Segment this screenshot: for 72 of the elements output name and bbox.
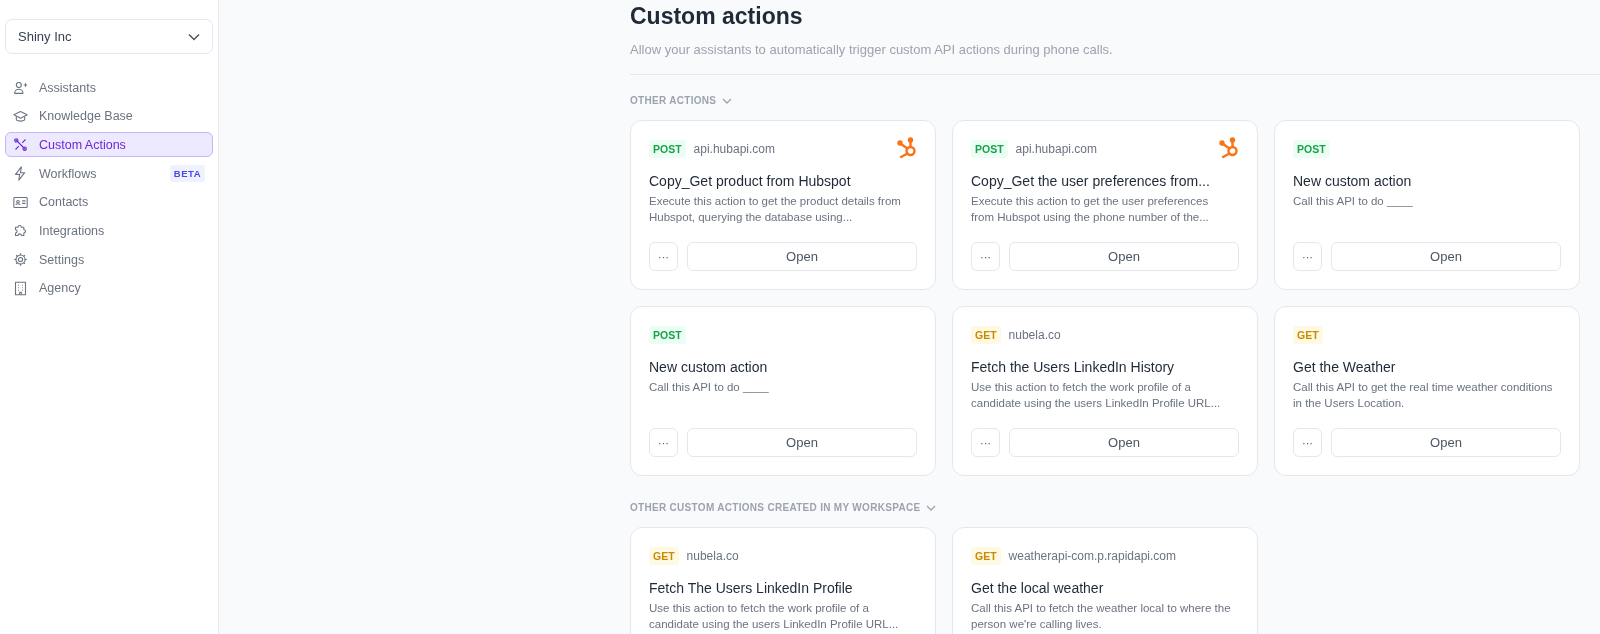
api-host: api.hubapi.com bbox=[693, 142, 775, 156]
page-subtitle: Allow your assistants to automatically trigger custom API actions during phone calls. bbox=[630, 42, 1114, 57]
method-badge: GET bbox=[649, 547, 679, 565]
action-card[interactable]: GET nubela.co Fetch The Users LinkedIn Profile Use this action to fetch the work profile of a candidate using the users LinkedIn Profile URL... bbox=[630, 527, 936, 634]
method-badge: GET bbox=[1293, 326, 1323, 344]
action-card[interactable]: GET Get the Weather Call this API to get the real time weather conditions in the Users Location. ··· Open bbox=[1274, 306, 1580, 476]
action-title: New custom action bbox=[1293, 173, 1413, 189]
action-card[interactable]: POST api.hubapi.com Copy_Get the user preferences from... Execute this action to get the user preferences from Hubspot using the phone number of the... ··· Open bbox=[952, 120, 1258, 290]
workspace-dropdown[interactable]: Shiny Inc bbox=[5, 19, 213, 54]
beta-badge: BETA bbox=[169, 165, 205, 183]
action-card[interactable]: POST api.hubapi.com Copy_Get product from Hubspot Execute this action to get the product details from Hubspot, querying the database using... ··· Open bbox=[630, 120, 936, 290]
open-button[interactable]: Open bbox=[1331, 242, 1561, 271]
action-title: Get the local weather bbox=[971, 580, 1105, 596]
bolt-icon bbox=[13, 166, 28, 182]
gear-icon bbox=[13, 252, 28, 268]
chevron-down-icon bbox=[188, 32, 200, 41]
action-description: Call this API to get the real time weather conditions in the Users Location. bbox=[1293, 380, 1554, 411]
action-description: Use this action to fetch the work profile of a candidate using the users LinkedIn Profile URL... bbox=[649, 601, 900, 632]
action-title: Fetch the Users LinkedIn History bbox=[971, 359, 1176, 375]
sidebar-item[interactable]: Knowledge Base bbox=[5, 103, 213, 129]
more-button[interactable]: ··· bbox=[1293, 428, 1322, 457]
more-button[interactable]: ··· bbox=[649, 242, 678, 271]
open-button[interactable]: Open bbox=[687, 242, 917, 271]
sidebar-item[interactable]: Assistants bbox=[5, 75, 213, 100]
contact-card-icon bbox=[13, 194, 28, 210]
page-title: Custom actions bbox=[630, 3, 804, 30]
action-card[interactable]: GET weatherapi-com.p.rapidapi.com Get the local weather Call this API to fetch the weather local to where the person we're calling lives. bbox=[952, 527, 1258, 634]
action-title: Copy_Get product from Hubspot bbox=[649, 173, 852, 189]
action-description: Execute this action to get the product details from Hubspot, querying the database using... bbox=[649, 194, 902, 225]
action-description: Call this API to fetch the weather local to where the person we're calling lives. bbox=[971, 601, 1232, 632]
method-badge: POST bbox=[1293, 140, 1330, 158]
puzzle-icon bbox=[13, 223, 28, 239]
action-card[interactable]: POST New custom action Call this API to do ____ ··· Open bbox=[1274, 120, 1580, 290]
api-host: api.hubapi.com bbox=[1015, 142, 1097, 156]
method-badge: POST bbox=[649, 140, 686, 158]
action-card[interactable]: POST New custom action Call this API to do ____ ··· Open bbox=[630, 306, 936, 476]
action-description: Call this API to do ____ bbox=[649, 380, 770, 395]
action-title: New custom action bbox=[649, 359, 769, 375]
more-button[interactable]: ··· bbox=[971, 428, 1000, 457]
api-host: weatherapi-com.p.rapidapi.com bbox=[1008, 549, 1176, 563]
chevron-down-icon bbox=[926, 504, 937, 511]
building-icon bbox=[13, 280, 28, 296]
open-button[interactable]: Open bbox=[1331, 428, 1561, 457]
action-description: Use this action to fetch the work profile of a candidate using the users LinkedIn Profile URL... bbox=[971, 380, 1222, 411]
action-description: Call this API to do ____ bbox=[1293, 194, 1414, 209]
tools-icon bbox=[13, 137, 28, 153]
action-description: Execute this action to get the user preferences from Hubspot using the phone number of the... bbox=[971, 194, 1210, 225]
action-title: Get the Weather bbox=[1293, 359, 1397, 375]
api-host: nubela.co bbox=[686, 549, 739, 563]
open-button[interactable]: Open bbox=[1009, 242, 1239, 271]
method-badge: GET bbox=[971, 326, 1001, 344]
sidebar-item[interactable]: Integrations bbox=[5, 218, 213, 244]
action-title: Fetch The Users LinkedIn Profile bbox=[649, 580, 854, 596]
more-button[interactable]: ··· bbox=[1293, 242, 1322, 271]
open-button[interactable]: Open bbox=[1009, 428, 1239, 457]
person-plus-icon bbox=[13, 80, 28, 95]
sidebar-item[interactable]: Contacts bbox=[5, 189, 213, 215]
method-badge: GET bbox=[971, 547, 1001, 565]
method-badge: POST bbox=[649, 326, 686, 344]
more-button[interactable]: ··· bbox=[649, 428, 678, 457]
sidebar-item[interactable]: Custom Actions bbox=[5, 132, 213, 158]
more-button[interactable]: ··· bbox=[971, 242, 1000, 271]
api-host: nubela.co bbox=[1008, 328, 1061, 342]
action-card[interactable]: GET nubela.co Fetch the Users LinkedIn History Use this action to fetch the work profile of a candidate using the users LinkedIn Profile URL... ··· Open bbox=[952, 306, 1258, 476]
action-title: Copy_Get the user preferences from... bbox=[971, 173, 1211, 189]
open-button[interactable]: Open bbox=[687, 428, 917, 457]
chevron-down-icon bbox=[722, 97, 733, 104]
sidebar-item[interactable]: Settings bbox=[5, 247, 213, 273]
method-badge: POST bbox=[971, 140, 1008, 158]
graduation-cap-icon bbox=[13, 108, 28, 124]
sidebar-item[interactable]: Agency bbox=[5, 275, 213, 301]
sidebar-item[interactable]: Workflows BETA bbox=[5, 161, 213, 187]
